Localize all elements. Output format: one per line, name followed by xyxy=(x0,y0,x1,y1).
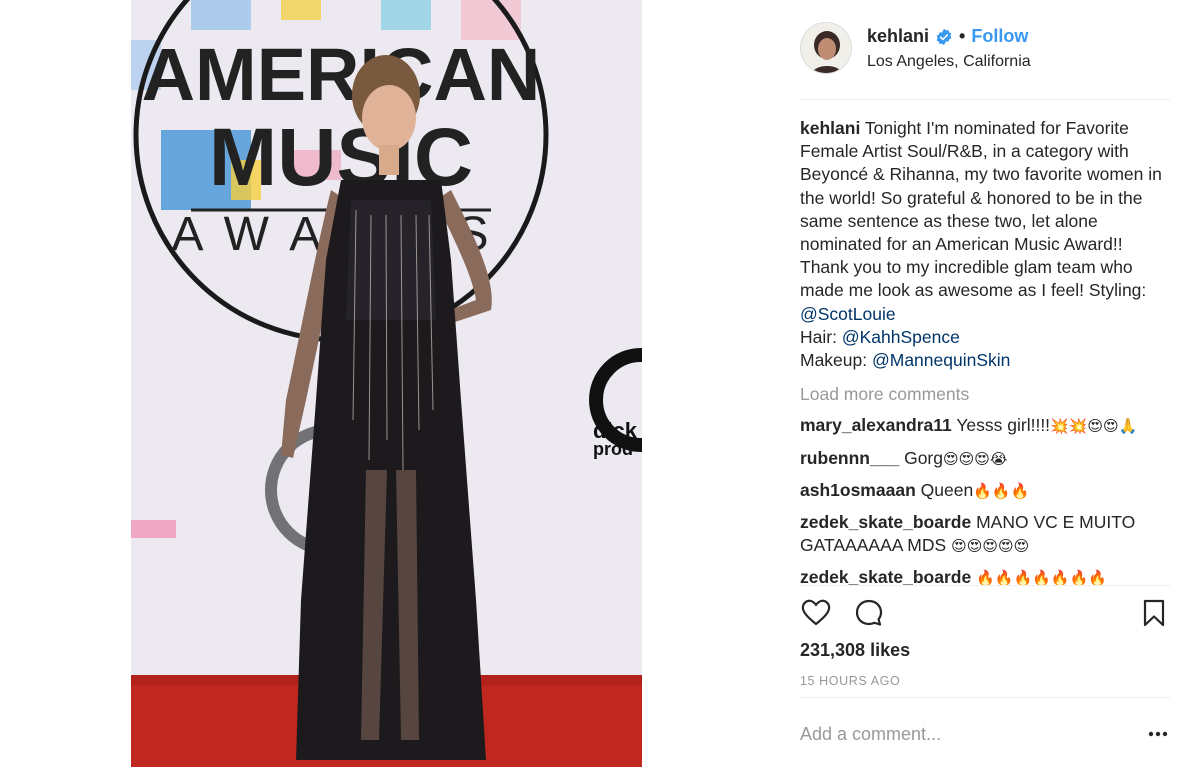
avatar[interactable] xyxy=(800,22,852,74)
mention-scotlouie[interactable]: @ScotLouie xyxy=(800,304,896,324)
comments-section: kehlani Tonight I'm nominated for Favori… xyxy=(800,117,1170,591)
heart-icon[interactable] xyxy=(800,597,832,629)
more-options-icon[interactable] xyxy=(1146,722,1170,746)
comment-text: Queen xyxy=(920,479,974,500)
comment-text: Gorg xyxy=(904,447,943,468)
comment-input[interactable] xyxy=(800,720,1120,748)
separator-dot: • xyxy=(959,26,966,46)
comment-item: rubennn___ Gorg😍😍😍😭 xyxy=(800,447,1170,471)
comment-item: zedek_skate_boarde MANO VC E MUITO GATAA… xyxy=(800,511,1170,558)
comment-item: mary_alexandra11 Yesss girl!!!!💥💥😍😍🙏 xyxy=(800,414,1170,438)
follow-button[interactable]: Follow xyxy=(971,26,1028,47)
bookmark-icon[interactable] xyxy=(1138,597,1170,629)
backdrop-text-american: AMERICAN xyxy=(142,33,541,116)
comment-emoji: 💥💥😍😍🙏 xyxy=(1050,417,1138,436)
post-caption: kehlani Tonight I'm nominated for Favori… xyxy=(800,117,1170,372)
actions-divider xyxy=(800,585,1170,586)
post-timestamp[interactable]: 15 HOURS AGO xyxy=(800,674,900,688)
comment-username[interactable]: mary_alexandra11 xyxy=(800,415,952,435)
verified-badge-icon xyxy=(936,28,952,45)
caption-hair-label: Hair: xyxy=(800,326,842,347)
post-details-panel: kehlani • Follow Los Angeles, California… xyxy=(800,0,1170,767)
mention-kahhspence[interactable]: @KahhSpence xyxy=(842,327,960,347)
comment-input-divider xyxy=(800,697,1170,698)
sponsor-text-2: prod xyxy=(593,439,633,459)
post-author-username[interactable]: kehlani xyxy=(867,26,929,47)
comment-emoji: 😍😍😍😍😍 xyxy=(951,537,1030,556)
post-image: AMERICAN MUSIC AWARDS dick prod xyxy=(131,0,642,767)
caption-makeup-label: Makeup: xyxy=(800,350,872,371)
comment-emoji: 🔥🔥🔥 xyxy=(973,481,1030,500)
mention-mannequinskin[interactable]: @MannequinSkin xyxy=(872,350,1010,370)
post-location[interactable]: Los Angeles, California xyxy=(867,53,1031,71)
comment-username[interactable]: rubennn___ xyxy=(800,448,899,468)
add-comment-bar xyxy=(800,720,1170,750)
load-more-comments-button[interactable]: Load more comments xyxy=(800,383,1170,406)
caption-username[interactable]: kehlani xyxy=(800,118,860,138)
comment-icon[interactable] xyxy=(853,597,885,629)
comment-item: ash1osmaaan Queen🔥🔥🔥 xyxy=(800,479,1170,503)
username-row: kehlani • Follow xyxy=(867,26,1028,47)
post-photo[interactable]: AMERICAN MUSIC AWARDS dick prod xyxy=(131,0,642,767)
comment-username[interactable]: zedek_skate_boarde xyxy=(800,512,971,532)
comment-item: zedek_skate_boarde 🔥🔥🔥🔥🔥🔥🔥 xyxy=(800,566,1170,590)
caption-text: Tonight I'm nominated for Favorite Femal… xyxy=(800,118,1162,301)
comment-text: Yesss girl!!!! xyxy=(956,415,1051,436)
post-header: kehlani • Follow Los Angeles, California xyxy=(800,22,1170,78)
comment-emoji: 😍😍😍😭 xyxy=(942,449,1008,468)
action-bar xyxy=(800,597,1170,629)
comment-username[interactable]: ash1osmaaan xyxy=(800,480,916,500)
likes-count[interactable]: 231,308 likes xyxy=(800,640,910,661)
header-divider xyxy=(800,99,1170,100)
